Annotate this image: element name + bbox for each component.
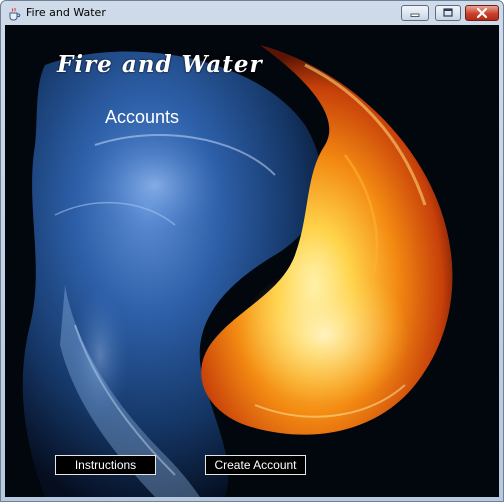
maximize-icon <box>443 8 453 17</box>
title-bar[interactable]: Fire and Water <box>1 1 503 25</box>
game-panel: Fire and Water Accounts Instructions Cre… <box>5 25 499 497</box>
window-title: Fire and Water <box>26 6 106 19</box>
java-coffee-cup-icon[interactable] <box>7 6 21 21</box>
maximize-button[interactable] <box>435 5 461 21</box>
fire-and-water-background-image <box>5 25 499 497</box>
accounts-heading: Accounts <box>105 107 180 127</box>
instructions-button[interactable]: Instructions <box>55 455 156 475</box>
close-icon <box>476 7 488 19</box>
app-window: Fire and Water Fire and Water Accounts I… <box>0 0 504 502</box>
game-title: Fire and Water <box>57 51 263 78</box>
minimize-button[interactable] <box>401 5 429 21</box>
close-button[interactable] <box>465 5 499 21</box>
create-account-button[interactable]: Create Account <box>205 455 306 475</box>
minimize-icon <box>410 13 420 17</box>
